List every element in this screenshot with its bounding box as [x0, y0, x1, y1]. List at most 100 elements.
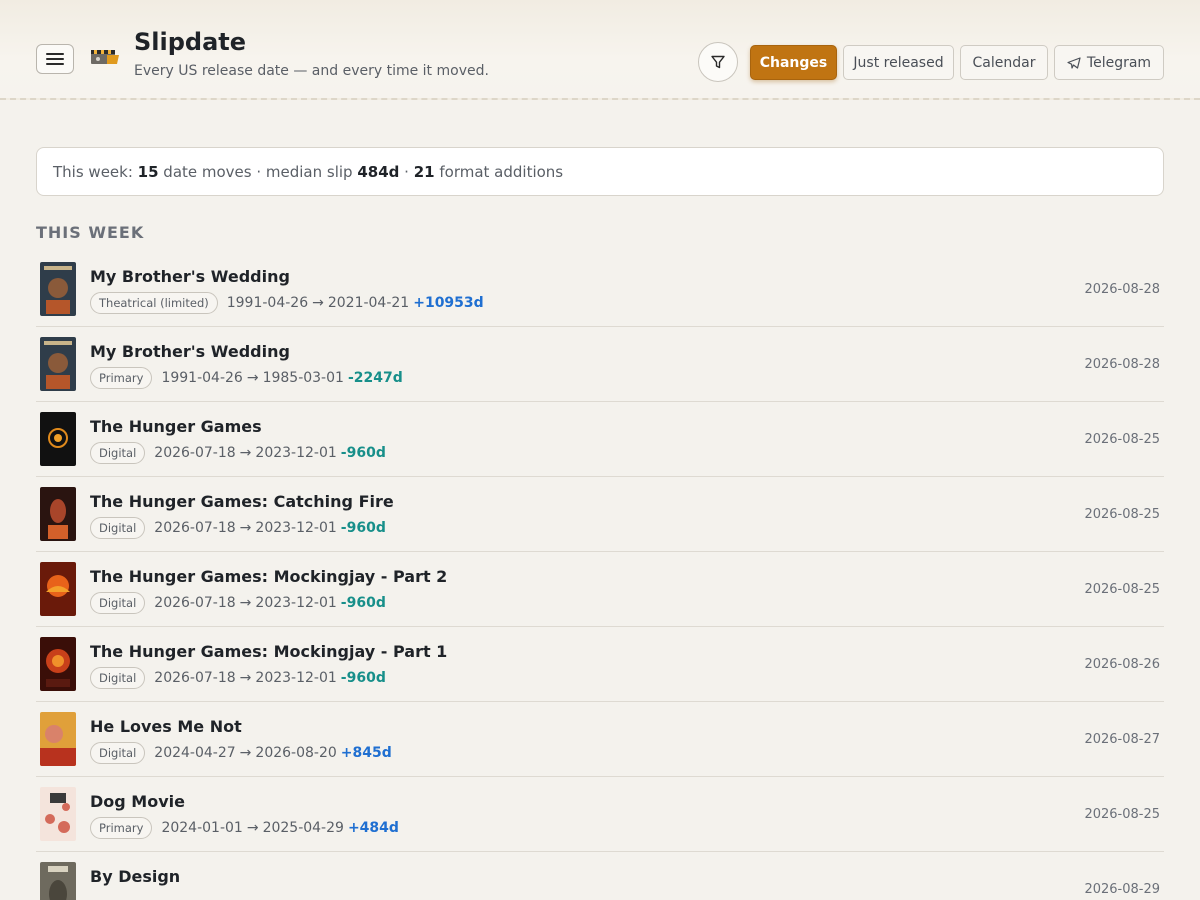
arrow-icon: →	[246, 820, 259, 836]
change-date: 2026-08-25	[1084, 507, 1160, 522]
hamburger-menu-icon-bar	[46, 58, 64, 60]
change-date: 2026-08-27	[1084, 732, 1160, 747]
filter-button[interactable]	[698, 42, 738, 82]
nav-just-released-label: Just released	[853, 54, 944, 71]
format-badge: Digital	[90, 667, 146, 689]
poster-image	[40, 412, 76, 466]
movie-title: The Hunger Games: Mockingjay - Part 2	[90, 567, 448, 586]
from-date: 2026-07-18	[154, 445, 236, 461]
slip-delta: -960d	[340, 595, 386, 611]
nav-calendar-label: Calendar	[972, 54, 1036, 71]
nav-changes-label: Changes	[759, 54, 828, 71]
clapperboard-logo-icon	[91, 50, 119, 64]
list-item[interactable]: Dog Movie Primary 2024-01-01 → 2025-04-29 +…	[36, 777, 1164, 852]
movie-title: By Design	[90, 867, 181, 886]
app-header: Slipdate Every US release date — and eve…	[0, 0, 1200, 100]
change-date: 2026-08-29	[1084, 882, 1160, 897]
arrow-icon: →	[239, 670, 252, 686]
hamburger-menu-icon	[46, 53, 64, 55]
change-date: 2026-08-28	[1084, 282, 1160, 297]
movie-title: My Brother's Wedding	[90, 267, 290, 286]
menu-button[interactable]	[36, 44, 74, 74]
change-date: 2026-08-25	[1084, 432, 1160, 447]
format-badge: Primary	[90, 817, 153, 839]
change-meta: Primary 2024-01-01 → 2025-04-29 +484d	[90, 817, 399, 839]
from-date: 2026-07-18	[154, 520, 236, 536]
change-date: 2026-08-28	[1084, 357, 1160, 372]
movie-title: My Brother's Wedding	[90, 342, 290, 361]
list-item[interactable]: My Brother's Wedding Theatrical (limited…	[36, 252, 1164, 327]
poster-image	[40, 337, 76, 391]
from-date: 2026-07-18	[154, 670, 236, 686]
app-subtitle: Every US release date — and every time i…	[134, 63, 489, 79]
to-date: 1985-03-01	[262, 370, 344, 386]
movie-title: The Hunger Games: Catching Fire	[90, 492, 394, 511]
from-date: 2026-07-18	[154, 595, 236, 611]
to-date: 2023-12-01	[255, 520, 337, 536]
hamburger-menu-icon-bar	[46, 63, 64, 65]
summary-format-additions: 21	[413, 162, 435, 181]
list-item[interactable]: My Brother's Wedding Primary 1991-04-26 →…	[36, 327, 1164, 402]
arrow-icon: →	[239, 595, 252, 611]
movie-title: The Hunger Games	[90, 417, 262, 436]
to-date: 2023-12-01	[255, 595, 337, 611]
arrow-icon: →	[239, 745, 252, 761]
poster-image	[40, 637, 76, 691]
from-date: 1991-04-26	[161, 370, 243, 386]
slip-delta: -2247d	[347, 370, 403, 386]
change-meta: Theatrical (limited) 1991-04-26 → 2021-04-…	[90, 292, 484, 314]
change-meta: Digital 2026-07-18 → 2023-12-01 -960d	[90, 442, 386, 464]
paper-plane-icon	[1067, 56, 1081, 69]
change-meta: Digital 2026-07-18 → 2023-12-01 -960d	[90, 517, 386, 539]
slip-delta: +10953d	[413, 295, 484, 311]
list-item[interactable]: The Hunger Games: Mockingjay - Part 1 Di…	[36, 627, 1164, 702]
poster-image	[40, 712, 76, 766]
summary-median-slip: 484d	[357, 162, 400, 181]
arrow-icon: →	[312, 295, 324, 311]
format-badge: Digital	[90, 742, 146, 764]
nav-changes-button[interactable]: Changes	[750, 45, 837, 80]
nav-calendar-button[interactable]: Calendar	[960, 45, 1048, 80]
changes-list: My Brother's Wedding Theatrical (limited…	[36, 252, 1164, 900]
poster-image	[40, 787, 76, 841]
from-date: 2024-04-27	[154, 745, 236, 761]
poster-image	[40, 262, 76, 316]
arrow-icon: →	[246, 370, 259, 386]
format-badge: Digital	[90, 442, 146, 464]
change-meta: Digital 2024-04-27 → 2026-08-20 +845d	[90, 742, 392, 764]
change-date: 2026-08-25	[1084, 807, 1160, 822]
movie-title: He Loves Me Not	[90, 717, 242, 736]
change-meta: Digital 2026-07-18 → 2023-12-01 -960d	[90, 592, 386, 614]
app-title: Slipdate	[134, 28, 247, 56]
change-meta: Digital 2026-07-18 → 2023-12-01 -960d	[90, 667, 386, 689]
funnel-icon	[711, 55, 725, 69]
poster-image	[40, 562, 76, 616]
list-item[interactable]: The Hunger Games: Mockingjay - Part 2 Di…	[36, 552, 1164, 627]
to-date: 2021-04-21	[327, 295, 410, 311]
poster-image	[40, 862, 76, 900]
to-date: 2025-04-29	[262, 820, 344, 836]
list-item[interactable]: The Hunger Games Digital 2026-07-18 → 2023…	[36, 402, 1164, 477]
slip-delta: -960d	[340, 520, 386, 536]
slip-delta: -960d	[340, 670, 386, 686]
to-date: 2023-12-01	[255, 445, 337, 461]
summary-date-moves-label: date moves · median slip	[158, 162, 358, 181]
list-item[interactable]: He Loves Me Not Digital 2024-04-27 → 2026-…	[36, 702, 1164, 777]
from-date: 2024-01-01	[161, 820, 243, 836]
summary-format-additions-label: format additions	[434, 162, 564, 181]
nav-telegram-label: Telegram	[1086, 54, 1152, 71]
nav-just-released-button[interactable]: Just released	[843, 45, 954, 80]
summary-date-moves: 15	[137, 162, 159, 181]
arrow-icon: →	[239, 520, 252, 536]
nav-telegram-button[interactable]: Telegram	[1054, 45, 1164, 80]
change-date: 2026-08-25	[1084, 582, 1160, 597]
list-item[interactable]: The Hunger Games: Catching Fire Digital …	[36, 477, 1164, 552]
to-date: 2023-12-01	[255, 670, 337, 686]
slip-delta: +845d	[340, 745, 392, 761]
list-item[interactable]: By Design 2026-08-29	[36, 852, 1164, 900]
poster-image	[40, 487, 76, 541]
to-date: 2026-08-20	[255, 745, 337, 761]
summary-separator: ·	[399, 162, 414, 181]
movie-title: The Hunger Games: Mockingjay - Part 1	[90, 642, 448, 661]
section-heading: THIS WEEK	[36, 223, 145, 242]
